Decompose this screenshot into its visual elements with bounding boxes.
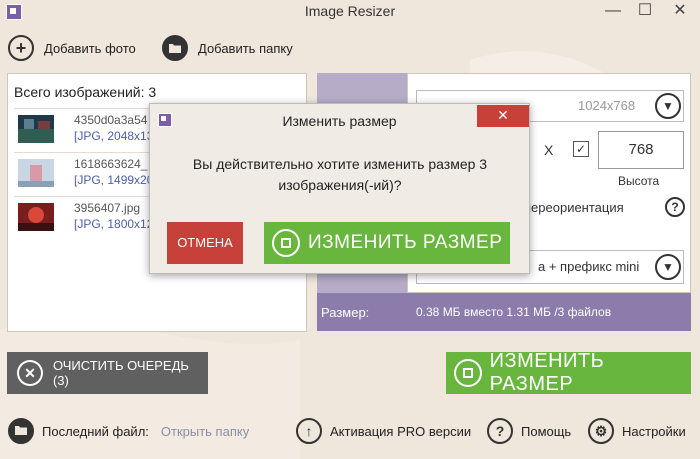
- pro-activation-button[interactable]: ↑ Активация PRO версии: [296, 417, 471, 445]
- settings-button[interactable]: ⚙ Настройки: [588, 417, 686, 445]
- size-value: 0.38 МБ вместо 1.31 МБ /3 файлов: [416, 305, 612, 319]
- dialog-title-bar: Изменить размер ✕: [150, 104, 529, 136]
- close-window-button[interactable]: ✕: [662, 0, 698, 24]
- folder-icon: [8, 418, 34, 444]
- help-label: Помощь: [521, 423, 572, 439]
- question-icon: ?: [487, 418, 513, 444]
- last-file-section: Последний файл: Открыть папку: [8, 417, 249, 445]
- dialog-title: Изменить размер: [282, 113, 397, 129]
- add-photo-button[interactable]: + Добавить фото: [8, 34, 136, 62]
- add-folder-label: Добавить папку: [198, 40, 293, 56]
- plus-icon: +: [8, 35, 34, 61]
- add-photo-label: Добавить фото: [44, 40, 136, 56]
- height-input[interactable]: 768: [598, 131, 684, 169]
- gear-icon: ⚙: [588, 418, 614, 444]
- resize-button[interactable]: ИЗМЕНИТЬ РАЗМЕР: [446, 350, 691, 395]
- chevron-down-icon[interactable]: ▼: [655, 254, 681, 280]
- file-name: 4350d0a3a54: [74, 113, 148, 127]
- thumbnail-image: [18, 115, 54, 143]
- dialog-message: Вы действительно хотите изменить размер …: [192, 156, 488, 193]
- clear-queue-button[interactable]: ✕ ОЧИСТИТЬ ОЧЕРЕДЬ (3): [7, 352, 208, 394]
- orientation-label: переориентация: [524, 200, 624, 215]
- resize-label: ИЗМЕНИТЬ РАЗМЕР: [489, 350, 605, 395]
- confirm-resize-button[interactable]: ИЗМЕНИТЬ РАЗМЕР: [264, 222, 510, 264]
- size-summary-bar: Размер: 0.38 МБ вместо 1.31 МБ /3 файлов: [317, 293, 691, 331]
- thumbnail-image: [18, 203, 54, 231]
- add-folder-button[interactable]: Добавить папку: [162, 34, 293, 62]
- cancel-button[interactable]: ОТМЕНА: [167, 222, 243, 264]
- file-info: [JPG, 1800x12: [74, 217, 154, 231]
- close-icon: ✕: [17, 360, 43, 386]
- thumbnail-image: [18, 159, 54, 187]
- confirm-resize-label: ИЗМЕНИТЬ РАЗМЕР: [308, 232, 503, 253]
- filename-value: а + префикс mini: [538, 259, 640, 274]
- last-file-label: Последний файл:: [42, 423, 149, 439]
- folder-icon: [162, 35, 188, 61]
- file-name: 1618663624_: [74, 157, 148, 171]
- dimension-separator: X: [544, 142, 554, 158]
- size-label: Размер:: [321, 305, 370, 320]
- help-button[interactable]: ? Помощь: [487, 417, 571, 445]
- dialog-close-button[interactable]: ✕: [477, 105, 529, 127]
- file-name: 3956407.jpg: [74, 201, 141, 215]
- pro-activation-label: Активация PRO версии: [330, 423, 472, 439]
- chevron-down-icon[interactable]: ▼: [655, 93, 681, 119]
- settings-label: Настройки: [622, 423, 686, 439]
- height-label: Высота: [618, 174, 660, 188]
- help-icon[interactable]: ?: [665, 197, 685, 217]
- file-info: [JPG, 1499x20: [74, 173, 154, 187]
- window-title: Image Resizer: [304, 3, 396, 19]
- keep-proportions-checkbox[interactable]: ✓: [573, 141, 589, 157]
- total-images-label: Всего изображений: 3: [14, 84, 157, 100]
- resize-icon: [454, 359, 482, 387]
- preset-value: 1024x768: [578, 98, 636, 113]
- open-folder-link[interactable]: Открыть папку: [161, 424, 249, 439]
- arrow-up-icon: ↑: [296, 418, 322, 444]
- clear-queue-label: ОЧИСТИТЬ ОЧЕРЕДЬ (3): [52, 358, 189, 388]
- resize-icon: [272, 229, 300, 257]
- file-info: [JPG, 2048x13: [74, 129, 154, 143]
- title-bar: Image Resizer — ☐ ✕: [0, 0, 700, 26]
- resize-confirm-dialog: Изменить размер ✕ Вы действительно хотит…: [149, 103, 530, 274]
- minimize-button[interactable]: —: [598, 0, 628, 24]
- maximize-button[interactable]: ☐: [630, 0, 660, 24]
